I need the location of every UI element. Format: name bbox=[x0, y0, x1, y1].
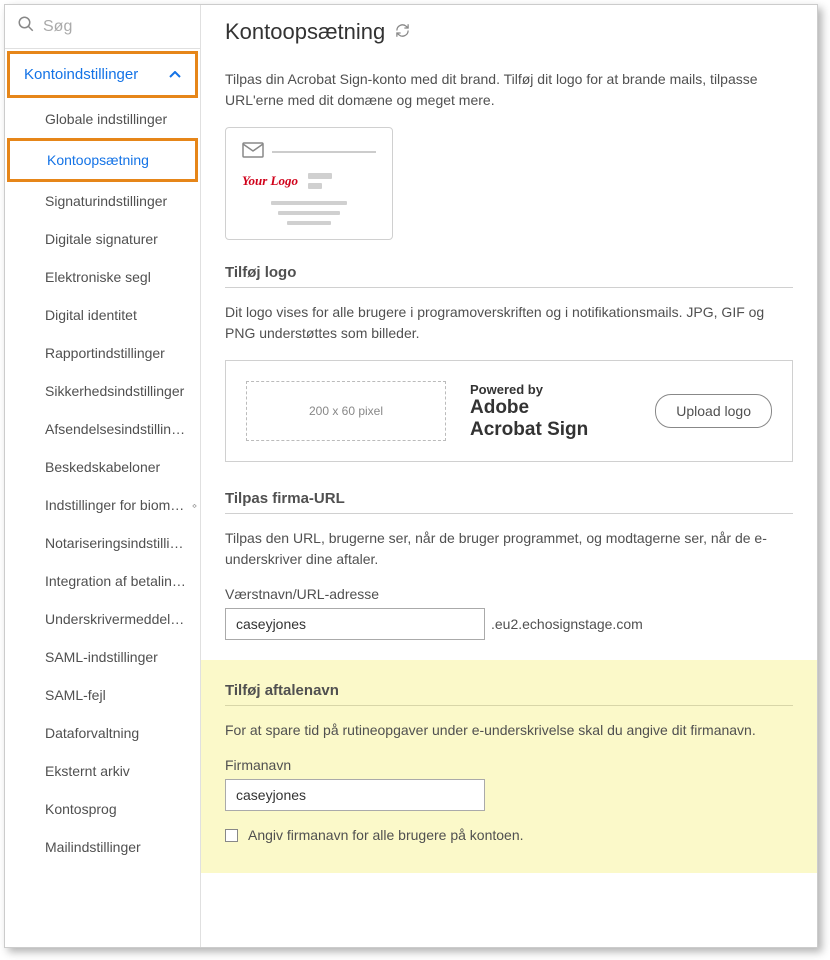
nav-item-underskrivermeddelelser[interactable]: Underskrivermeddelelser bbox=[5, 600, 200, 638]
nav-header-label: Kontoindstillinger bbox=[24, 66, 138, 83]
nav-item-digitale-signaturer[interactable]: Digitale signaturer bbox=[5, 220, 200, 258]
nav-item-notariseringsindstillinger[interactable]: Notariseringsindstillinger bbox=[5, 524, 200, 562]
nav-list: Globale indstillinger Kontoopsætning Sig… bbox=[5, 100, 200, 866]
chevron-up-icon bbox=[169, 68, 181, 82]
hostname-input[interactable] bbox=[225, 608, 485, 640]
url-section-desc: Tilpas den URL, brugerne ser, når de bru… bbox=[225, 528, 793, 570]
nav-item-dataforvaltning[interactable]: Dataforvaltning bbox=[5, 714, 200, 752]
checkbox-label: Angiv firmanavn for alle brugere på kont… bbox=[248, 827, 524, 843]
nav-item-saml-fejl[interactable]: SAML-fejl bbox=[5, 676, 200, 714]
set-company-all-users-checkbox[interactable] bbox=[225, 829, 238, 842]
sidebar: Kontoindstillinger Globale indstillinger… bbox=[5, 5, 201, 947]
nav-item-globale-indstillinger[interactable]: Globale indstillinger bbox=[5, 100, 200, 138]
app-container: Kontoindstillinger Globale indstillinger… bbox=[4, 4, 818, 948]
refresh-icon[interactable] bbox=[395, 23, 410, 42]
search-box[interactable] bbox=[5, 5, 200, 49]
page-title: Kontoopsætning bbox=[225, 19, 385, 45]
envelope-icon bbox=[242, 142, 264, 161]
nav-item-sikkerhedsindstillinger[interactable]: Sikkerhedsindstillinger bbox=[5, 372, 200, 410]
powered-by-brand1: Adobe bbox=[470, 397, 631, 419]
nav-item-rapportindstillinger[interactable]: Rapportindstillinger bbox=[5, 334, 200, 372]
preview-logo-text: Your Logo bbox=[242, 173, 298, 189]
agreement-name-section: Tilføj aftalenavn For at spare tid på ru… bbox=[201, 660, 817, 873]
url-section-title: Tilpas firma-URL bbox=[225, 490, 793, 514]
nav-item-biomedicin[interactable]: Indstillinger for biomedicin bbox=[5, 486, 200, 524]
company-name-label: Firmanavn bbox=[225, 757, 793, 773]
nav-item-beskedskabeloner[interactable]: Beskedskabeloner bbox=[5, 448, 200, 486]
logo-placeholder: 200 x 60 pixel bbox=[246, 381, 446, 441]
nav-item-mailindstillinger[interactable]: Mailindstillinger bbox=[5, 828, 200, 866]
main-content: Kontoopsætning Tilpas din Acrobat Sign-k… bbox=[201, 5, 817, 947]
logo-upload-panel: 200 x 60 pixel Powered by Adobe Acrobat … bbox=[225, 360, 793, 462]
intro-text: Tilpas din Acrobat Sign-konto med dit br… bbox=[225, 69, 793, 111]
search-input[interactable] bbox=[43, 18, 201, 36]
nav-item-saml-indstillinger[interactable]: SAML-indstillinger bbox=[5, 638, 200, 676]
nav-item-afsendelsesindstillinger[interactable]: Afsendelsesindstillinger bbox=[5, 410, 200, 448]
agreement-section-title: Tilføj aftalenavn bbox=[225, 682, 793, 706]
page-title-row: Kontoopsætning bbox=[225, 19, 793, 45]
checkbox-row: Angiv firmanavn for alle brugere på kont… bbox=[225, 827, 793, 843]
powered-by-brand2: Acrobat Sign bbox=[470, 419, 631, 441]
nav-item-kontosprog[interactable]: Kontosprog bbox=[5, 790, 200, 828]
upload-logo-button[interactable]: Upload logo bbox=[655, 394, 772, 428]
powered-by-block: Powered by Adobe Acrobat Sign bbox=[470, 382, 631, 441]
search-icon bbox=[17, 15, 35, 38]
powered-by-label: Powered by bbox=[470, 382, 631, 397]
email-preview-card: Your Logo bbox=[225, 127, 393, 240]
logo-section-desc: Dit logo vises for alle brugere i progra… bbox=[225, 302, 793, 344]
logo-section-title: Tilføj logo bbox=[225, 264, 793, 288]
nav-header-kontoindstillinger[interactable]: Kontoindstillinger bbox=[7, 51, 198, 98]
url-suffix: .eu2.echosignstage.com bbox=[491, 616, 643, 632]
company-name-input[interactable] bbox=[225, 779, 485, 811]
nav-item-elektroniske-segl[interactable]: Elektroniske segl bbox=[5, 258, 200, 296]
nav-item-eksternt-arkiv[interactable]: Eksternt arkiv bbox=[5, 752, 200, 790]
nav-item-integration-betalinger[interactable]: Integration af betalinger bbox=[5, 562, 200, 600]
nav-item-digital-identitet[interactable]: Digital identitet bbox=[5, 296, 200, 334]
nav-item-kontoopsætning[interactable]: Kontoopsætning bbox=[7, 138, 198, 182]
agreement-section-desc: For at spare tid på rutineopgaver under … bbox=[225, 720, 793, 741]
hostname-label: Værstnavn/URL-adresse bbox=[225, 586, 793, 602]
nav-item-signaturindstillinger[interactable]: Signaturindstillinger bbox=[5, 182, 200, 220]
url-row: .eu2.echosignstage.com bbox=[225, 608, 793, 640]
